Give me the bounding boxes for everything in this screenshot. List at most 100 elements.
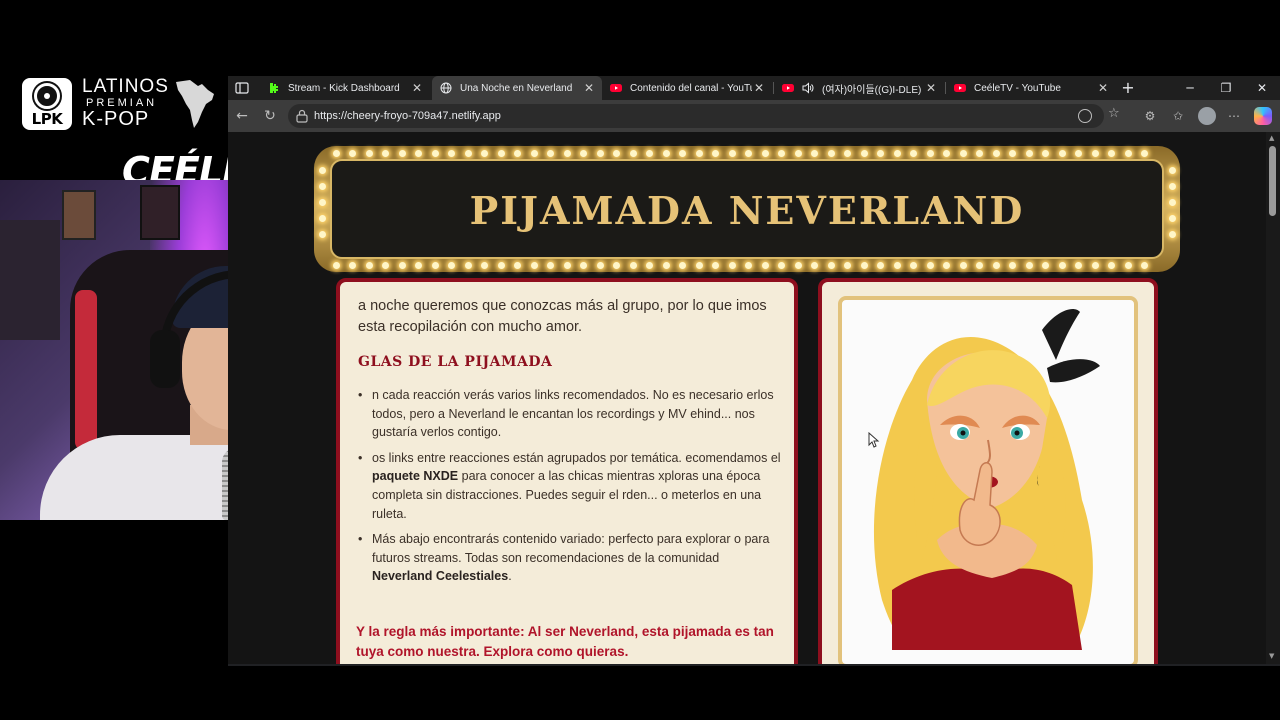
rule-text: n cada reacción verás varios links recom… — [372, 388, 774, 440]
globe-icon — [440, 82, 452, 94]
marquee-bulb — [514, 261, 521, 269]
marquee-bulb — [547, 149, 554, 157]
marquee-bulb — [745, 149, 752, 157]
marquee-bulb — [563, 149, 571, 157]
rule-text: . — [508, 569, 512, 584]
marquee-bulb — [794, 149, 802, 157]
marquee-bulb — [318, 214, 326, 222]
rules-heading: GLAS DE LA PIJAMADA — [358, 354, 553, 370]
tab-label: CeéleTV - YouTube — [974, 82, 1061, 94]
profile-avatar[interactable] — [1198, 107, 1216, 125]
close-tab-icon[interactable]: ✕ — [924, 81, 938, 95]
marquee-bulb — [1025, 261, 1033, 269]
new-tab-button[interactable]: + — [1120, 78, 1136, 98]
marquee-bulb — [613, 149, 620, 157]
marquee-bulb — [844, 149, 851, 157]
tab-kick-dashboard[interactable]: Stream - Kick Dashboard ✕ — [260, 76, 430, 100]
youtube-icon — [954, 82, 966, 94]
favorites-icon[interactable]: ✩ — [1170, 108, 1186, 124]
marquee-bulb — [497, 261, 505, 269]
marquee-bulb — [778, 261, 785, 269]
marquee-banner: PIJAMADA NEVERLAND — [314, 146, 1180, 272]
marquee-bulb — [827, 149, 835, 157]
marquee-bulb — [1124, 149, 1132, 157]
marquee-bulb — [332, 261, 340, 269]
marquee-bulb — [613, 261, 620, 269]
marquee-bulb — [497, 149, 505, 157]
rule-text: os links entre reacciones están agrupado… — [372, 450, 781, 465]
marquee-bulb — [959, 149, 967, 157]
marquee-bulb — [976, 261, 983, 269]
marquee-bulb — [679, 261, 686, 269]
marquee-bulb — [318, 182, 326, 190]
tab-gidle-video[interactable]: (여자)아이들((G)I-DLE) - ' ✕ — [774, 76, 944, 100]
marquee-bulb — [448, 149, 455, 157]
marquee-bulb — [580, 149, 587, 157]
browser-window: Stream - Kick Dashboard ✕ Una Noche en N… — [228, 76, 1280, 666]
lpk-badge: LPK — [22, 78, 72, 130]
restore-button[interactable]: ❐ — [1208, 76, 1244, 100]
marquee-bulb — [926, 261, 934, 269]
marquee-bulb — [646, 261, 653, 269]
marquee-bulb — [761, 149, 769, 157]
reload-button[interactable]: ↻ — [262, 108, 278, 124]
rule-emphasis: paquete NXDE — [372, 469, 459, 484]
marquee-bulb — [860, 261, 868, 269]
lpk-line-kpop: K-POP — [82, 108, 150, 130]
marquee-bulb — [695, 261, 703, 269]
marquee-bulb — [382, 149, 389, 157]
marquee-bulb — [629, 261, 637, 269]
kick-icon — [268, 82, 280, 94]
close-tab-icon[interactable]: ✕ — [1096, 81, 1110, 95]
intro-text: a noche queremos que conozcas más al gru… — [358, 298, 767, 335]
immersive-reader-icon[interactable] — [1078, 109, 1092, 123]
tab-actions-icon[interactable] — [234, 80, 250, 96]
marquee-bulb — [1091, 261, 1099, 269]
marquee-bulb — [1009, 149, 1016, 157]
page-viewport: PIJAMADA NEVERLAND a noche queremos que … — [228, 132, 1266, 664]
marquee-bulb — [992, 261, 1000, 269]
headphone-earcup — [150, 330, 180, 388]
marquee-bulb — [318, 198, 326, 206]
rule-item: os links entre reacciones están agrupado… — [358, 449, 782, 523]
marquee-bulb — [1141, 149, 1148, 157]
more-menu-icon[interactable]: ⋯ — [1226, 108, 1242, 124]
marquee-bulb — [893, 149, 901, 157]
latin-america-map-icon — [176, 80, 214, 128]
marquee-bulb — [1108, 149, 1115, 157]
scroll-thumb[interactable] — [1269, 146, 1276, 216]
marquee-bulb — [1042, 149, 1049, 157]
marquee-bulb — [431, 149, 439, 157]
copilot-icon[interactable] — [1254, 107, 1272, 125]
vertical-scrollbar[interactable]: ▲ ▼ — [1266, 132, 1280, 664]
minimize-button[interactable]: ─ — [1172, 76, 1208, 100]
site-info-icon[interactable] — [296, 109, 308, 123]
marquee-bulb — [596, 149, 604, 157]
marquee-bulb — [448, 261, 455, 269]
address-bar[interactable]: https://cheery-froyo-709a47.netlify.app — [288, 104, 1104, 128]
favorite-star-icon[interactable]: ☆ — [1108, 106, 1120, 121]
extensions-icon[interactable]: ⚙ — [1142, 108, 1158, 124]
marquee-bulb — [926, 149, 934, 157]
marquee-bulb — [794, 261, 802, 269]
marquee-bulb — [943, 261, 950, 269]
close-window-button[interactable]: ✕ — [1244, 76, 1280, 100]
speaker-icon[interactable] — [802, 82, 814, 94]
scroll-down-icon[interactable]: ▼ — [1269, 652, 1274, 660]
marquee-bulb — [530, 149, 538, 157]
mouse-cursor-icon — [868, 432, 880, 448]
marquee-bulb — [382, 261, 389, 269]
webcam-poster — [140, 185, 180, 240]
close-tab-icon[interactable]: ✕ — [752, 81, 766, 95]
marquee-bulb — [415, 261, 422, 269]
vinyl-disc-icon — [34, 83, 60, 109]
close-tab-icon[interactable]: ✕ — [410, 81, 424, 95]
tab-una-noche-en-neverland[interactable]: Una Noche en Neverland ✕ — [432, 76, 602, 100]
scroll-up-icon[interactable]: ▲ — [1269, 134, 1274, 142]
back-button[interactable]: ← — [234, 108, 250, 124]
rule-item: Más abajo encontrarás contenido variado:… — [358, 530, 782, 586]
tab-ceeletv-youtube[interactable]: CeéleTV - YouTube ✕ — [946, 76, 1116, 100]
tab-contenido-del-canal[interactable]: Contenido del canal - YouTube ✕ — [602, 76, 772, 100]
marquee-bulb — [976, 149, 983, 157]
close-tab-icon[interactable]: ✕ — [582, 81, 596, 95]
